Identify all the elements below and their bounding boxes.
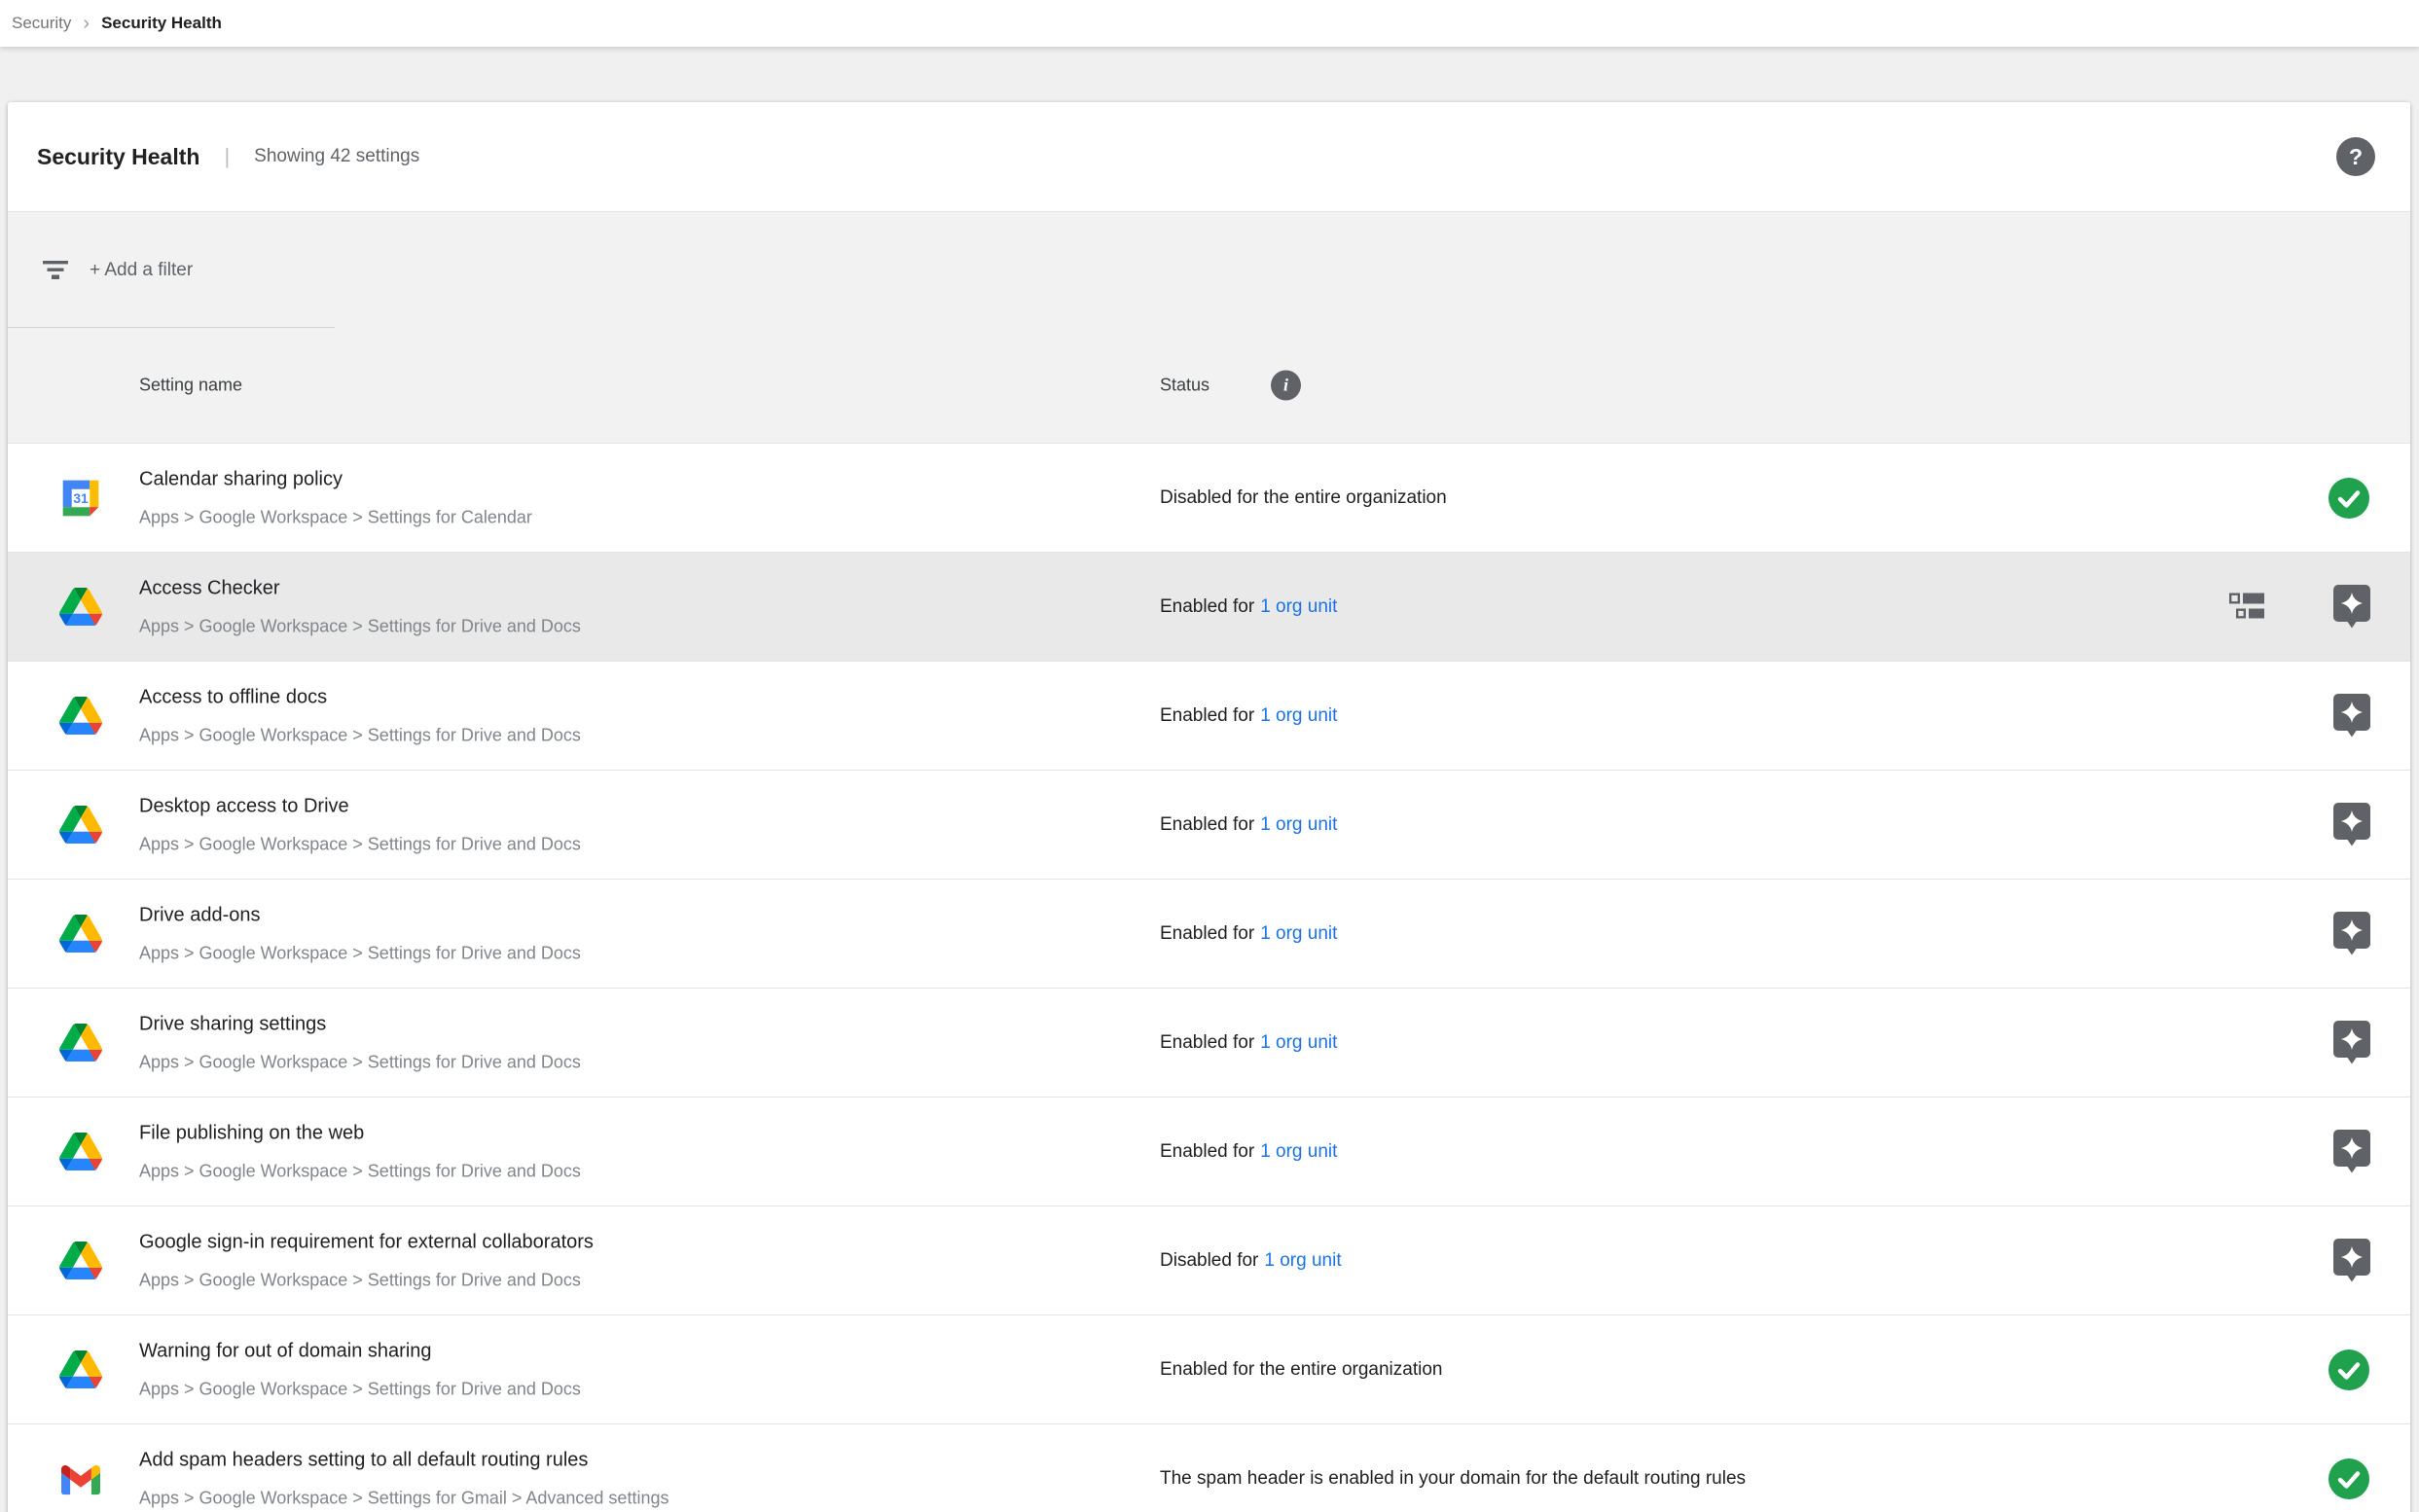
table-row[interactable]: Warning for out of domain sharing Apps >… [8,1314,2410,1423]
status-cell: Disabled for 1 org unit [1160,1206,1342,1314]
info-icon[interactable]: i [1271,371,1301,401]
status-cell: Enabled for 1 org unit [1160,771,1337,879]
drive-icon [59,1131,102,1173]
setting-path: Apps > Google Workspace > Settings for D… [139,941,581,965]
status-text: Enabled for the entire organization [1160,1359,1442,1381]
security-health-page: Security › Security Health Security Heal… [0,0,2419,1512]
status-text: The spam header is enabled in your domai… [1160,1468,1746,1490]
setting-path: Apps > Google Workspace > Settings for D… [139,1159,581,1183]
svg-text:31: 31 [73,491,89,506]
status-text: Enabled for [1160,705,1254,727]
card-header: Security Health | Showing 42 settings ? [8,102,2410,212]
status-cell: Enabled for 1 org unit [1160,662,1337,770]
add-filter-button[interactable]: + Add a filter [90,260,193,281]
setting-name[interactable]: File publishing on the web [139,1120,581,1146]
table-row[interactable]: Desktop access to Drive Apps > Google Wo… [8,770,2410,879]
status-cell: Enabled for 1 org unit [1160,1098,1337,1206]
drive-icon [59,1349,102,1391]
page-title: Security Health [37,144,199,170]
setting-name[interactable]: Warning for out of domain sharing [139,1338,581,1364]
column-status: Status [1160,376,1210,396]
title-divider: | [224,144,230,169]
setting-path: Apps > Google Workspace > Settings for G… [139,1486,668,1510]
recommendation-icon[interactable] [2333,912,2370,956]
drive-icon [59,913,102,955]
setting-path: Apps > Google Workspace > Settings for D… [139,1050,581,1074]
org-unit-link[interactable]: 1 org unit [1260,1141,1337,1163]
org-unit-link[interactable]: 1 org unit [1260,814,1337,836]
setting-name[interactable]: Access Checker [139,575,581,601]
status-cell: Disabled for the entire organization [1160,444,1447,552]
drive-icon [59,804,102,846]
org-units-icon [2229,593,2264,621]
setting-name[interactable]: Add spam headers setting to all default … [139,1447,668,1473]
breadcrumb-chevron-icon: › [83,14,90,33]
status-text: Enabled for [1160,814,1254,836]
help-icon[interactable]: ? [2336,137,2375,176]
recommendation-icon[interactable] [2333,1130,2370,1174]
status-cell: Enabled for 1 org unit [1160,880,1337,988]
gmail-icon [59,1458,102,1500]
setting-name[interactable]: Drive sharing settings [139,1011,581,1037]
setting-path: Apps > Google Workspace > Settings for D… [139,1268,594,1292]
setting-path: Apps > Google Workspace > Settings for D… [139,1377,581,1401]
setting-path: Apps > Google Workspace > Settings for C… [139,505,532,529]
table-row[interactable]: Drive add-ons Apps > Google Workspace > … [8,879,2410,988]
recommendation-icon[interactable] [2333,1021,2370,1065]
status-text: Disabled for [1160,1250,1258,1272]
recommendation-icon[interactable] [2333,585,2370,630]
status-text: Enabled for [1160,1141,1254,1163]
column-setting-name: Setting name [139,376,242,396]
setting-name[interactable]: Calendar sharing policy [139,466,532,492]
drive-icon [59,1240,102,1282]
table-row[interactable]: 31 Calendar sharing policy Apps > Google… [8,443,2410,552]
recommendation-icon[interactable] [2333,1239,2370,1283]
setting-name[interactable]: Desktop access to Drive [139,793,581,819]
setting-name[interactable]: Google sign-in requirement for external … [139,1229,594,1255]
status-cell: Enabled for the entire organization [1160,1315,1442,1423]
recommendation-icon[interactable] [2333,803,2370,847]
status-cell: Enabled for 1 org unit [1160,989,1337,1097]
breadcrumb-current: Security Health [101,14,222,33]
recommendation-icon[interactable] [2333,694,2370,738]
org-unit-link[interactable]: 1 org unit [1260,596,1337,618]
success-check-icon [2328,1349,2370,1391]
status-cell: The spam header is enabled in your domai… [1160,1424,1746,1512]
table-row[interactable]: Access to offline docs Apps > Google Wor… [8,661,2410,770]
setting-path: Apps > Google Workspace > Settings for D… [139,832,581,856]
org-unit-link[interactable]: 1 org unit [1260,705,1337,727]
security-health-card: Security Health | Showing 42 settings ? … [8,102,2410,1512]
status-cell: Enabled for 1 org unit [1160,553,1337,661]
setting-name[interactable]: Access to offline docs [139,684,581,710]
status-text: Enabled for [1160,1032,1254,1054]
success-check-icon [2328,477,2370,520]
setting-path: Apps > Google Workspace > Settings for D… [139,723,581,747]
status-text: Disabled for the entire organization [1160,487,1447,509]
status-text: Enabled for [1160,923,1254,945]
status-text: Enabled for [1160,596,1254,618]
drive-icon [59,586,102,629]
calendar-icon: 31 [59,477,102,520]
org-unit-link[interactable]: 1 org unit [1260,1032,1337,1054]
table-row[interactable]: File publishing on the web Apps > Google… [8,1097,2410,1206]
settings-list: 31 Calendar sharing policy Apps > Google… [8,443,2410,1512]
success-check-icon [2328,1458,2370,1500]
table-header: Setting name Status i [8,328,2410,443]
setting-name[interactable]: Drive add-ons [139,902,581,928]
settings-count: Showing 42 settings [254,146,419,167]
table-row[interactable]: Access Checker Apps > Google Workspace >… [8,552,2410,661]
setting-path: Apps > Google Workspace > Settings for D… [139,614,581,638]
table-row[interactable]: Add spam headers setting to all default … [8,1423,2410,1512]
filter-icon [43,261,68,279]
table-row[interactable]: Drive sharing settings Apps > Google Wor… [8,988,2410,1097]
drive-icon [59,695,102,738]
org-unit-link[interactable]: 1 org unit [1264,1250,1341,1272]
drive-icon [59,1022,102,1064]
filter-bar: + Add a filter [8,212,2410,328]
breadcrumb: Security › Security Health [0,0,2419,47]
org-unit-link[interactable]: 1 org unit [1260,923,1337,945]
table-row[interactable]: Google sign-in requirement for external … [8,1206,2410,1314]
breadcrumb-security-link[interactable]: Security [12,14,71,33]
